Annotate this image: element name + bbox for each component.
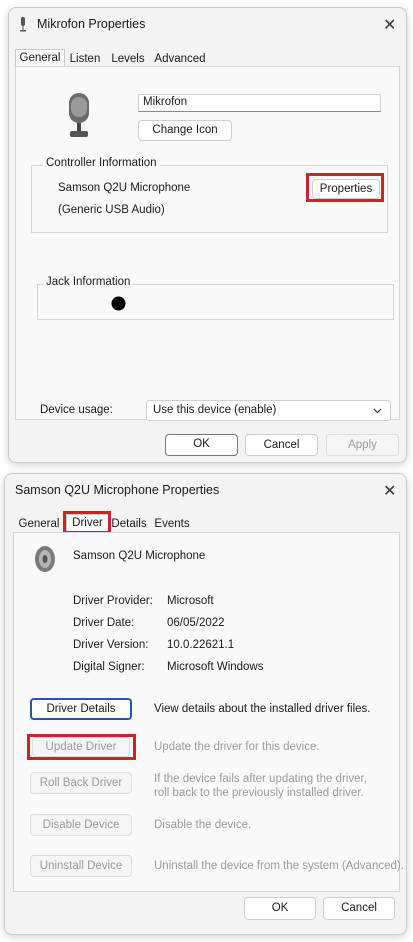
apply-button[interactable]: Apply	[326, 434, 399, 456]
digital-signer-label: Digital Signer:	[73, 661, 145, 673]
driver-panel: Samson Q2U Microphone Driver Provider: M…	[13, 532, 404, 892]
cancel-button[interactable]: Cancel	[245, 434, 318, 456]
device-name-value: Mikrofon	[143, 96, 188, 108]
speaker-icon	[32, 544, 58, 577]
tab-details[interactable]: Details	[109, 516, 149, 533]
ok-button[interactable]: OK	[165, 434, 238, 456]
driver-version-value: 10.0.22621.1	[167, 639, 235, 651]
device-name: Samson Q2U Microphone	[73, 550, 206, 562]
general-panel: Mikrofon Change Icon Controller Informat…	[15, 66, 400, 421]
jack-info-group	[37, 284, 394, 320]
controller-info-group	[31, 165, 388, 233]
driver-details-button[interactable]: Driver Details	[30, 698, 132, 720]
uninstall-device-button[interactable]: Uninstall Device	[30, 855, 132, 877]
driver-version-label: Driver Version:	[73, 639, 149, 651]
roll-back-driver-desc: If the device fails after updating the d…	[154, 773, 367, 799]
properties-button[interactable]: Properties	[312, 179, 380, 199]
driver-date-value: 06/05/2022	[167, 617, 225, 629]
change-icon-button[interactable]: Change Icon	[138, 120, 232, 141]
microphone-title-icon	[18, 16, 28, 35]
controller-info-label: Controller Information	[43, 157, 160, 169]
device-usage-select[interactable]: Use this device (enable)	[146, 400, 391, 421]
dropdown-chevron-icon	[372, 405, 383, 419]
cancel-button[interactable]: Cancel	[323, 897, 395, 920]
uninstall-device-desc: Uninstall the device from the system (Ad…	[154, 860, 404, 872]
driver-details-desc: View details about the installed driver …	[154, 703, 371, 715]
update-driver-desc: Update the driver for this device.	[154, 741, 320, 753]
disable-device-desc: Disable the device.	[154, 819, 252, 831]
jack-info-label: Jack Information	[43, 276, 134, 288]
close-icon[interactable]: ✕	[383, 481, 396, 501]
samson-properties-dialog: Samson Q2U Microphone Properties ✕ Gener…	[4, 473, 407, 935]
tab-general[interactable]: General	[17, 516, 61, 533]
roll-back-driver-button[interactable]: Roll Back Driver	[30, 772, 132, 794]
dialog-title: Mikrofon Properties	[37, 17, 146, 31]
device-name-field[interactable]: Mikrofon	[138, 94, 381, 112]
ok-button[interactable]: OK	[244, 897, 316, 920]
device-usage-label: Device usage:	[40, 404, 113, 416]
dialog-title: Samson Q2U Microphone Properties	[15, 483, 220, 497]
tab-general[interactable]: General	[15, 49, 65, 67]
device-usage-value: Use this device (enable)	[153, 404, 277, 416]
controller-type: (Generic USB Audio)	[58, 204, 165, 216]
digital-signer-value: Microsoft Windows	[167, 661, 264, 673]
controller-name: Samson Q2U Microphone	[58, 182, 191, 194]
tab-events[interactable]: Events	[153, 516, 191, 533]
driver-provider-label: Driver Provider:	[73, 595, 153, 607]
driver-date-label: Driver Date:	[73, 617, 135, 629]
jack-dot-icon	[111, 296, 126, 314]
update-driver-button[interactable]: Update Driver	[32, 737, 130, 757]
mikrofon-properties-dialog: Mikrofon Properties ✕ General Listen Lev…	[8, 7, 407, 463]
tab-driver[interactable]: Driver	[66, 514, 109, 532]
driver-provider-value: Microsoft	[167, 595, 214, 607]
close-icon[interactable]: ✕	[383, 15, 396, 35]
microphone-icon	[66, 91, 92, 142]
disable-device-button[interactable]: Disable Device	[30, 814, 132, 836]
